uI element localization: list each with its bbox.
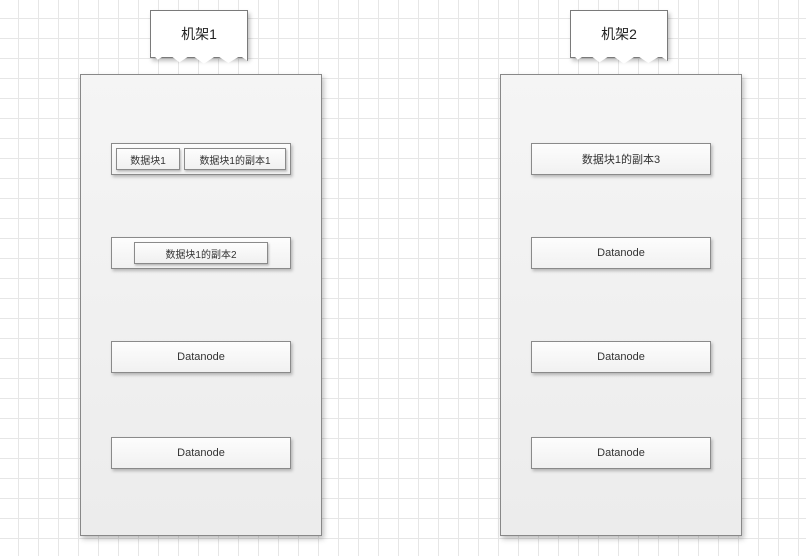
rack2-node4-text: Datanode: [597, 447, 645, 459]
rack1-datanode2: 数据块1的副本2: [111, 237, 291, 269]
rack2-node2-text: Datanode: [597, 247, 645, 259]
rack2-datanode2: Datanode: [531, 237, 711, 269]
rack1-node3-text: Datanode: [177, 351, 225, 363]
rack1-datanode3: Datanode: [111, 341, 291, 373]
rack1-title-text: 机架1: [181, 24, 217, 44]
rack1-node1-replica: 数据块1的副本1: [184, 148, 286, 170]
rack1-node2-replica-text: 数据块1的副本2: [165, 246, 236, 261]
rack2-title-label: 机架2: [570, 10, 668, 58]
rack1-datanode4: Datanode: [111, 437, 291, 469]
rack2-datanode3: Datanode: [531, 341, 711, 373]
rack1-title-label: 机架1: [150, 10, 248, 58]
rack1-node2-replica: 数据块1的副本2: [134, 242, 268, 264]
rack2-node3-text: Datanode: [597, 351, 645, 363]
diagram-stage: 机架1 机架2 数据块1 数据块1的副本1 数据块1的副本2 Datanode …: [0, 0, 806, 556]
rack1-datanode1: 数据块1 数据块1的副本1: [111, 143, 291, 175]
rack2-container: 数据块1的副本3 Datanode Datanode Datanode: [500, 74, 742, 536]
rack2-node1-text: 数据块1的副本3: [582, 151, 660, 167]
rack1-node1-block: 数据块1: [116, 148, 180, 170]
rack2-title-text: 机架2: [601, 24, 637, 44]
rack2-datanode4: Datanode: [531, 437, 711, 469]
rack1-node1-replica-text: 数据块1的副本1: [199, 152, 270, 167]
rack1-container: 数据块1 数据块1的副本1 数据块1的副本2 Datanode Datanode: [80, 74, 322, 536]
rack1-node4-text: Datanode: [177, 447, 225, 459]
rack1-node1-block-text: 数据块1: [130, 152, 166, 167]
rack2-datanode1: 数据块1的副本3: [531, 143, 711, 175]
